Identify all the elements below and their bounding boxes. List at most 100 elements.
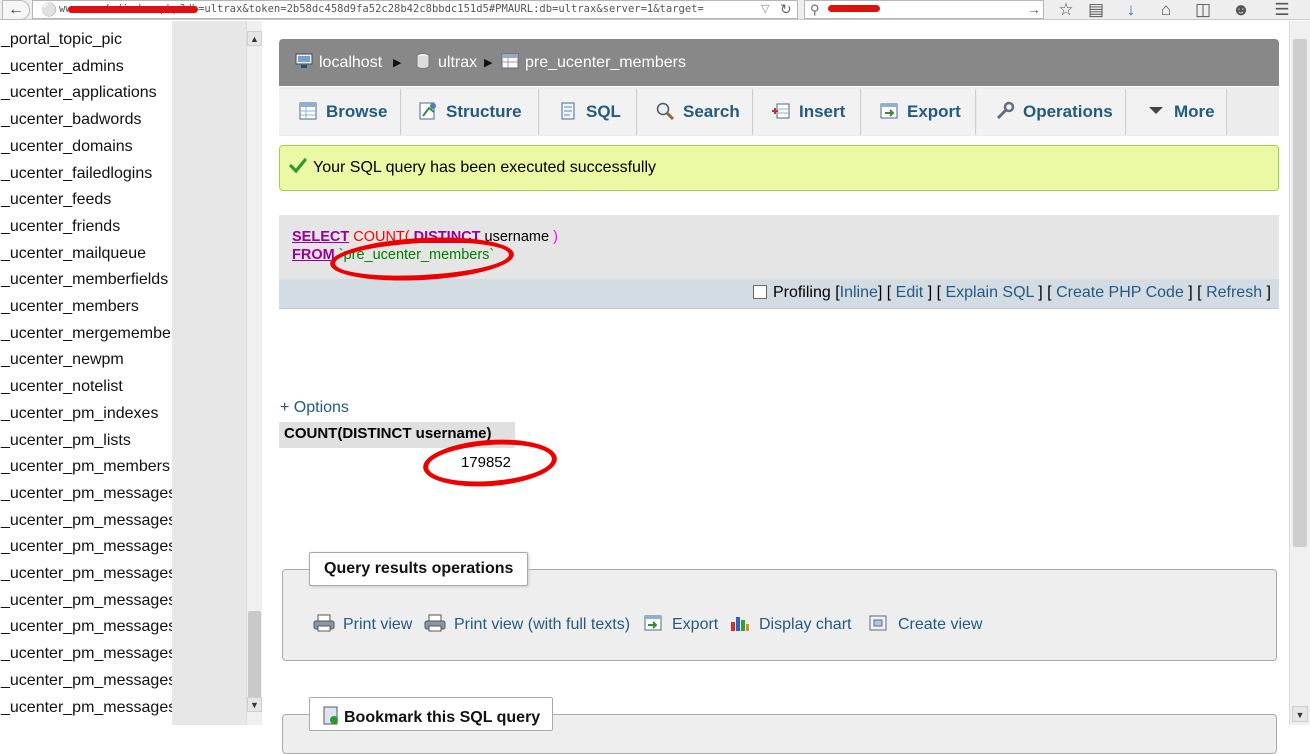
home-icon[interactable]: ⌂ <box>1153 0 1179 20</box>
tab-search[interactable]: Search <box>638 89 753 135</box>
sidebar-table-item[interactable]: _ucenter_pm_messages_2 <box>1 534 172 560</box>
sidebar-table-item[interactable]: _ucenter_badwords <box>1 107 142 133</box>
main-scroll-thumb[interactable] <box>1293 39 1307 547</box>
redaction-mark <box>828 5 880 12</box>
sidebar-table-item[interactable]: _ucenter_pm_messages_7 <box>1 668 172 694</box>
inline-link[interactable]: Inline <box>840 284 878 301</box>
scroll-up-icon[interactable]: ▲ <box>247 31 262 46</box>
query-results-operations-legend: Query results operations <box>309 552 529 586</box>
sidebar-table-item[interactable]: _ucenter_feeds <box>1 187 111 213</box>
server-icon <box>295 53 313 68</box>
breadcrumb-server[interactable]: localhost <box>295 53 382 73</box>
tab-sql[interactable]: SQL <box>540 89 637 135</box>
sidebar-table-item[interactable]: _ucenter_friends <box>1 214 120 240</box>
sidebar-table-item[interactable]: _ucenter_pm_lists <box>1 428 131 454</box>
browse-icon <box>299 102 317 120</box>
profiling-checkbox[interactable] <box>752 285 767 299</box>
sidebar-table-item[interactable]: _ucenter_memberfields <box>1 267 168 293</box>
tab-insert-label: Insert <box>799 102 846 121</box>
insert-icon <box>772 103 790 119</box>
sidebar-table-item[interactable]: _ucenter_pm_messages_0 <box>1 481 172 507</box>
sidebar-table-item[interactable]: _ucenter_pm_members <box>1 454 170 480</box>
breadcrumb-database[interactable]: ultrax <box>414 53 477 73</box>
view-icon <box>869 615 887 631</box>
sidebar-table-item[interactable]: _ucenter_pm_messages_8 <box>1 695 172 721</box>
sidebar-table-item[interactable]: _ucenter_pm_messages_4 <box>1 588 172 614</box>
printer-icon <box>313 614 335 632</box>
sidebar-table-item[interactable]: _ucenter_pm_indexes <box>1 401 158 427</box>
sidebar-table-item[interactable]: _ucenter_mailqueue <box>1 241 146 267</box>
sidebar-scrollbar[interactable]: ▲ ▼ <box>246 21 262 725</box>
sidebar-table-item[interactable]: _ucenter_failedlogins <box>1 161 152 187</box>
sidebar-table-item[interactable]: _ucenter_domains <box>1 134 133 160</box>
query-actions: Profiling [Inline] [ Edit ] [ Explain SQ… <box>752 284 1271 302</box>
sidebar-table-item[interactable]: _ucenter_mergemembers <box>1 321 172 347</box>
tab-insert[interactable]: Insert <box>754 89 861 135</box>
sql-icon <box>561 102 575 120</box>
main-scrollbar[interactable]: ▼ <box>1289 21 1310 725</box>
print-view-full-link[interactable]: Print view (with full texts) <box>424 614 630 634</box>
sidebar-table-item[interactable]: _ucenter_newpm <box>1 347 124 373</box>
sidebar-table-item[interactable]: _ucenter_applications <box>1 80 157 106</box>
tab-export[interactable]: Export <box>862 89 976 135</box>
export-label: Export <box>672 616 719 633</box>
tab-browse[interactable]: Browse <box>279 89 401 135</box>
export-link[interactable]: Export <box>642 614 718 634</box>
tab-search-label: Search <box>683 102 740 121</box>
explain-sql-link[interactable]: Explain SQL <box>945 284 1033 301</box>
tab-operations[interactable]: Operations <box>977 89 1126 135</box>
sidebar-table-item[interactable]: _ucenter_members <box>1 294 139 320</box>
bookmark-list-icon[interactable]: ▤ <box>1083 0 1109 20</box>
redaction-mark <box>68 6 198 13</box>
breadcrumb-table-label: pre_ucenter_members <box>525 54 686 71</box>
navigation-sidebar: _portal_topic_pic _ucenter_admins _ucenter… <box>0 21 172 725</box>
tab-structure[interactable]: Structure <box>402 89 539 135</box>
scroll-down-icon[interactable]: ▼ <box>1292 706 1308 722</box>
star-icon[interactable]: ☆ <box>1053 0 1079 20</box>
print-view-link[interactable]: Print view <box>313 614 412 634</box>
create-view-link[interactable]: Create view <box>868 614 982 634</box>
url-dropdown-icon[interactable]: ▽ <box>761 2 769 15</box>
tab-more[interactable]: More <box>1127 89 1227 135</box>
sidebar-splitter[interactable] <box>172 21 246 725</box>
breadcrumb-table[interactable]: pre_ucenter_members <box>501 53 686 73</box>
database-icon <box>416 53 430 69</box>
sidebar-table-item[interactable]: _ucenter_pm_messages_3 <box>1 561 172 587</box>
sidebar-table-item[interactable]: _ucenter_pm_messages_5 <box>1 614 172 640</box>
sidebar-table-item[interactable]: _ucenter_pm_messages_6 <box>1 641 172 667</box>
bookmark-legend-label: Bookmark this SQL query <box>344 709 541 726</box>
bookmark-section: Bookmark this SQL query <box>282 697 1277 754</box>
create-php-code-link[interactable]: Create PHP Code <box>1056 284 1184 301</box>
breadcrumb-separator-icon: ▶ <box>484 57 493 69</box>
reload-icon[interactable]: ↻ <box>780 1 792 18</box>
download-icon[interactable]: ↓ <box>1118 0 1144 20</box>
library-icon[interactable]: ◫ <box>1190 0 1216 20</box>
globe-icon: ⚪ <box>41 2 58 17</box>
menu-icon[interactable]: ☰ <box>1269 0 1295 20</box>
sidebar-table-item[interactable]: _ucenter_notelist <box>1 374 123 400</box>
breadcrumb: localhost ▶ ultrax ▶ pre_ucenter_members <box>279 39 1279 86</box>
query-results-operations: Query results operations Print view Prin… <box>282 552 1277 661</box>
table-icon <box>501 53 519 69</box>
sql-keyword-select[interactable]: SELECT <box>292 229 349 245</box>
scroll-down-icon[interactable]: ▼ <box>247 697 262 712</box>
edit-link[interactable]: Edit <box>896 284 924 301</box>
magnifier-icon <box>656 102 675 121</box>
sidebar-table-item[interactable]: _ucenter_admins <box>1 54 124 80</box>
tab-structure-label: Structure <box>446 102 522 121</box>
wrench-icon <box>996 101 1015 120</box>
print-view-label: Print view <box>343 616 413 633</box>
back-icon[interactable]: ← <box>2 0 30 20</box>
options-toggle[interactable]: + Options <box>280 399 349 417</box>
chat-icon[interactable]: ☻ <box>1228 0 1254 20</box>
create-view-label: Create view <box>898 616 983 633</box>
sidebar-table-item[interactable]: _portal_topic_pic <box>1 27 122 53</box>
sql-keyword-from[interactable]: FROM <box>292 247 335 263</box>
sidebar-table-item[interactable]: _ucenter_pm_messages_1 <box>1 508 172 534</box>
display-chart-link[interactable]: Display chart <box>729 614 851 634</box>
sidebar-scroll-thumb[interactable] <box>248 611 261 701</box>
refresh-link[interactable]: Refresh <box>1206 284 1262 301</box>
search-go-icon[interactable]: → <box>1027 1 1041 17</box>
print-view-full-label: Print view (with full texts) <box>454 616 631 633</box>
breadcrumb-database-label: ultrax <box>438 54 478 71</box>
